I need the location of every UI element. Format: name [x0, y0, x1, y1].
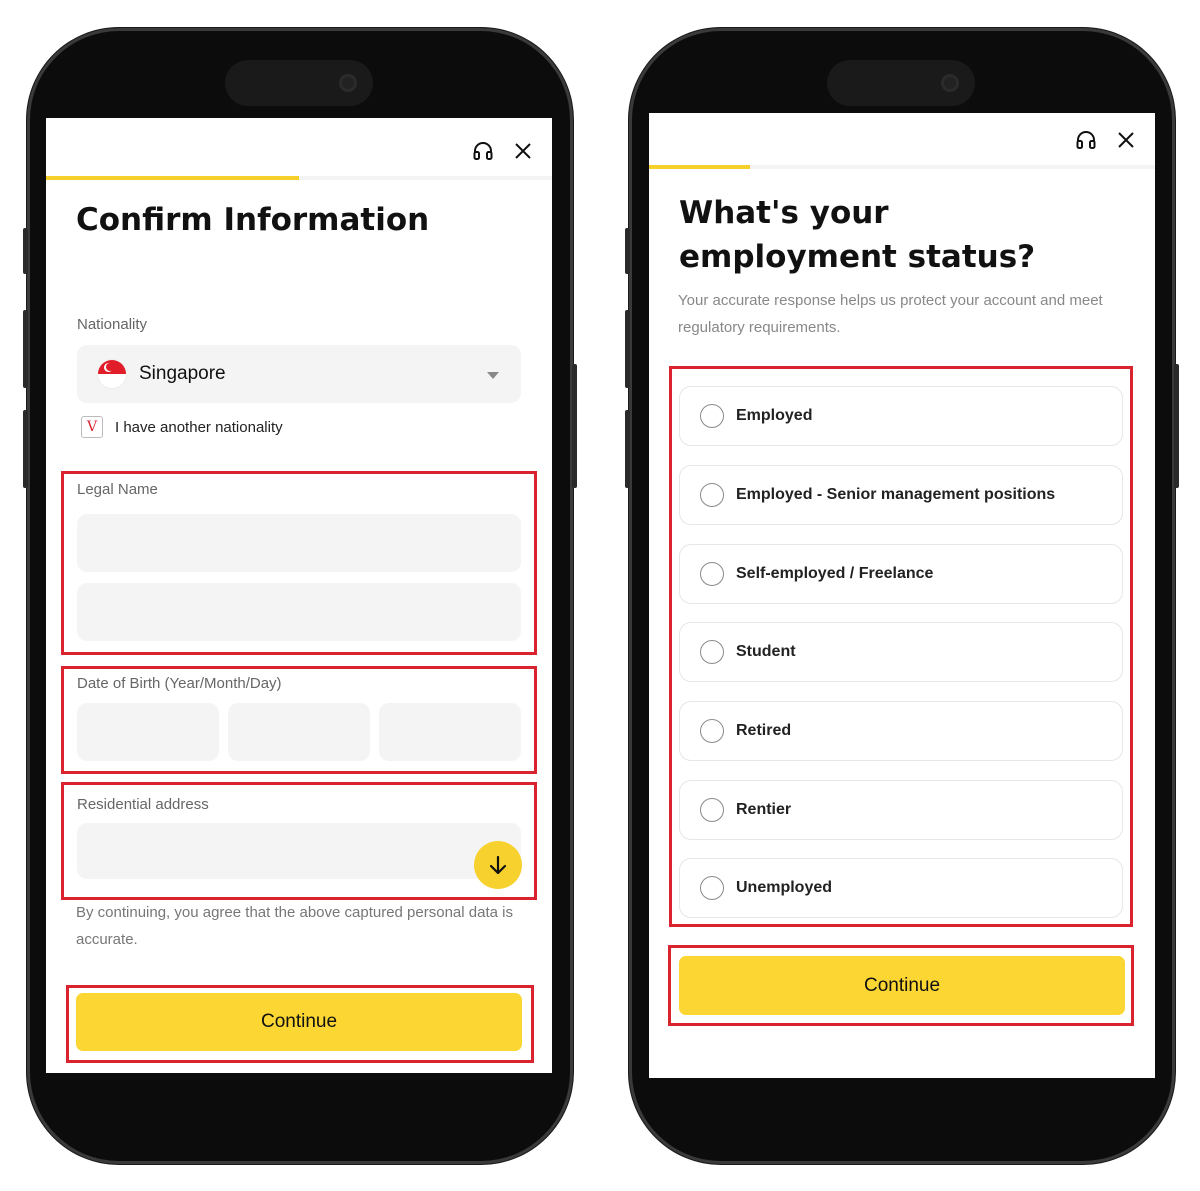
singapore-flag-icon — [97, 359, 127, 389]
progress-bar — [46, 176, 552, 180]
power-button — [1174, 364, 1179, 488]
another-nationality-label: I have another nationality — [115, 419, 283, 436]
employment-option[interactable]: Rentier — [679, 780, 1123, 840]
employment-option[interactable]: Retired — [679, 701, 1123, 761]
employment-option[interactable]: Student — [679, 622, 1123, 682]
employment-option-label: Self-employed / Freelance — [736, 565, 934, 582]
screen-confirm-information: Confirm Information Nationality Singapor… — [46, 118, 552, 1073]
dob-year-input[interactable] — [77, 703, 219, 761]
another-nationality-checkbox[interactable]: V — [81, 416, 103, 438]
radio-button-icon[interactable] — [700, 404, 724, 428]
camera-icon — [339, 74, 357, 92]
screen-employment-status: What's your employment status? Your accu… — [649, 113, 1155, 1078]
employment-option-label: Employed — [736, 407, 813, 424]
dob-day-input[interactable] — [379, 703, 521, 761]
top-bar — [472, 140, 534, 162]
legal-name-label: Legal Name — [77, 481, 158, 498]
continue-button[interactable]: Continue — [679, 956, 1125, 1015]
address-label: Residential address — [77, 796, 209, 813]
radio-button-icon[interactable] — [700, 719, 724, 743]
side-button — [625, 228, 630, 274]
employment-option[interactable]: Employed — [679, 386, 1123, 446]
power-button — [572, 364, 577, 488]
dynamic-island — [827, 60, 975, 106]
address-input[interactable] — [77, 823, 521, 879]
radio-button-icon[interactable] — [700, 483, 724, 507]
legal-name-first-input[interactable] — [77, 514, 521, 572]
employment-option-label: Student — [736, 643, 796, 660]
page-title: Confirm Information — [76, 202, 430, 238]
progress-bar — [649, 165, 1155, 169]
continue-button[interactable]: Continue — [76, 993, 522, 1051]
close-icon[interactable] — [1115, 129, 1137, 151]
headset-icon[interactable] — [472, 140, 494, 162]
progress-fill — [649, 165, 751, 169]
employment-option-label: Employed - Senior management positions — [736, 486, 1056, 503]
camera-icon — [941, 74, 959, 92]
employment-option-label: Rentier — [736, 801, 792, 818]
phone-right: What's your employment status? Your accu… — [625, 28, 1179, 1164]
page-subtitle: Your accurate response helps us protect … — [678, 292, 1103, 336]
radio-button-icon[interactable] — [700, 876, 724, 900]
page-title: What's your employment status? — [679, 195, 1036, 275]
employment-option[interactable]: Employed - Senior management positions — [679, 465, 1123, 525]
nationality-label: Nationality — [77, 316, 148, 333]
nationality-value: Singapore — [139, 363, 226, 384]
employment-option[interactable]: Unemployed — [679, 858, 1123, 918]
headset-icon[interactable] — [1075, 129, 1097, 151]
progress-fill — [46, 176, 299, 180]
radio-button-icon[interactable] — [700, 640, 724, 664]
legal-name-last-input[interactable] — [77, 583, 521, 641]
volume-down-button — [23, 410, 28, 488]
radio-button-icon[interactable] — [700, 562, 724, 586]
employment-option-label: Retired — [736, 722, 792, 739]
radio-button-icon[interactable] — [700, 798, 724, 822]
phone-left: Confirm Information Nationality Singapor… — [23, 28, 577, 1164]
dynamic-island — [225, 60, 373, 106]
top-bar — [1075, 129, 1137, 151]
volume-up-button — [625, 310, 630, 388]
volume-down-button — [625, 410, 630, 488]
employment-option-label: Unemployed — [736, 879, 833, 896]
side-button — [23, 228, 28, 274]
consent-text: By continuing, you agree that the above … — [76, 904, 513, 948]
employment-option[interactable]: Self-employed / Freelance — [679, 544, 1123, 604]
nationality-select[interactable]: Singapore — [77, 345, 521, 403]
dob-month-input[interactable] — [228, 703, 370, 761]
arrow-down-icon[interactable] — [474, 841, 522, 889]
volume-up-button — [23, 310, 28, 388]
close-icon[interactable] — [512, 140, 534, 162]
chevron-down-icon — [487, 372, 499, 379]
dob-label: Date of Birth (Year/Month/Day) — [77, 675, 282, 692]
